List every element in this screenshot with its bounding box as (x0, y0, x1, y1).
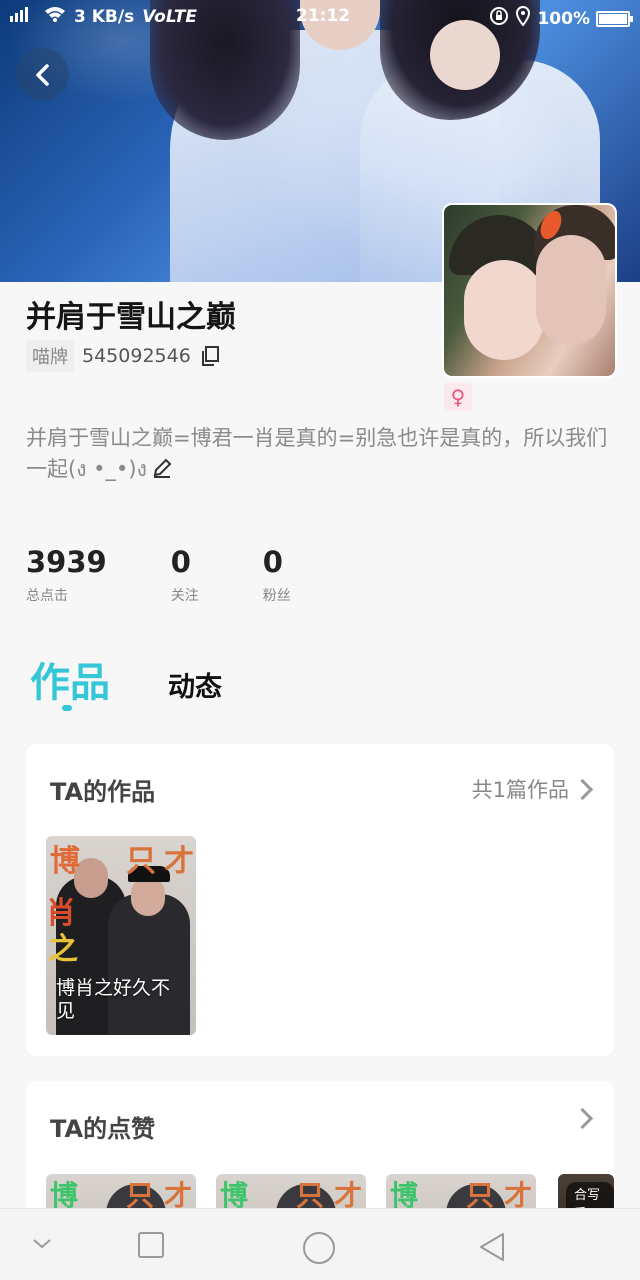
stat-following[interactable]: 0 关注 (171, 545, 199, 605)
tab-activity[interactable]: 动态 (168, 665, 222, 704)
tab-works[interactable]: 作品 (30, 650, 110, 708)
stat-value: 0 (170, 545, 191, 579)
network-speed: 3 KB/s (74, 6, 135, 27)
tab-indicator (62, 705, 72, 711)
id-tag: 喵牌 (26, 340, 74, 372)
stat-label: 关注 (170, 588, 199, 604)
works-card: TA的作品 共1篇作品 博 肖 之 只 才 博肖之好久不见 (26, 744, 614, 1056)
profile-page: 3 KB/s VoLTE 21:12 100% ♀ 并肩于雪山之巅 喵牌 545… (0, 0, 640, 1280)
profile-tabs: 作品 动态 (30, 650, 222, 708)
edit-icon[interactable] (151, 457, 173, 479)
stat-clicks: 3939 总点击 (26, 545, 107, 605)
location-icon (515, 5, 531, 31)
gender-badge: ♀ (444, 383, 472, 411)
stat-fans[interactable]: 0 粉丝 (263, 545, 291, 605)
system-nav-bar (0, 1208, 640, 1280)
stat-label: 粉丝 (262, 588, 291, 604)
chevron-right-icon (571, 778, 594, 800)
likes-more-link[interactable] (571, 1107, 594, 1130)
user-id-row: 喵牌 545092546 (26, 340, 221, 372)
volte-label: VoLTE (142, 6, 198, 27)
wifi-icon (44, 6, 66, 27)
nav-circle-icon[interactable] (302, 1231, 336, 1269)
stats-row: 3939 总点击 0 关注 0 粉丝 (26, 545, 355, 605)
back-button[interactable] (16, 48, 69, 101)
nav-down-icon[interactable] (30, 1231, 54, 1259)
copy-icon[interactable] (199, 345, 221, 367)
status-bar: 3 KB/s VoLTE 21:12 100% (0, 0, 640, 34)
nav-square-icon[interactable] (137, 1231, 165, 1263)
works-count-link[interactable]: 共1篇作品 (471, 774, 594, 804)
likes-title: TA的点赞 (50, 1115, 156, 1143)
nav-back-triangle-icon[interactable] (477, 1231, 507, 1267)
stat-value: 3939 (26, 545, 107, 579)
profile-bio: 并肩于雪山之巅=博君一肖是真的=别急也许是真的，所以我们一起(ง •_•)ง (26, 423, 616, 485)
works-count: 共1篇作品 (471, 778, 569, 802)
stat-label: 总点击 (26, 588, 68, 604)
work-title: 博肖之好久不见 (56, 977, 171, 1022)
work-item[interactable]: 博 肖 之 只 才 博肖之好久不见 (46, 836, 196, 1035)
likes-card: TA的点赞 博 只 才 博 只 才 博 只 才 合写番 (26, 1081, 614, 1221)
bio-text: 并肩于雪山之巅=博君一肖是真的=别急也许是真的，所以我们一起(ง •_•)ง (26, 426, 608, 481)
profile-name: 并肩于雪山之巅 (26, 300, 236, 335)
chevron-right-icon (571, 1107, 594, 1130)
battery-percent: 100% (537, 8, 590, 29)
user-id: 545092546 (82, 345, 191, 367)
back-icon (35, 63, 49, 86)
clock: 21:12 (296, 6, 351, 26)
signal-icon (10, 6, 36, 27)
avatar[interactable] (442, 203, 617, 378)
works-title: TA的作品 (50, 778, 156, 806)
battery-icon (596, 10, 633, 27)
lock-rotation-icon (489, 6, 509, 31)
stat-value: 0 (262, 545, 283, 579)
